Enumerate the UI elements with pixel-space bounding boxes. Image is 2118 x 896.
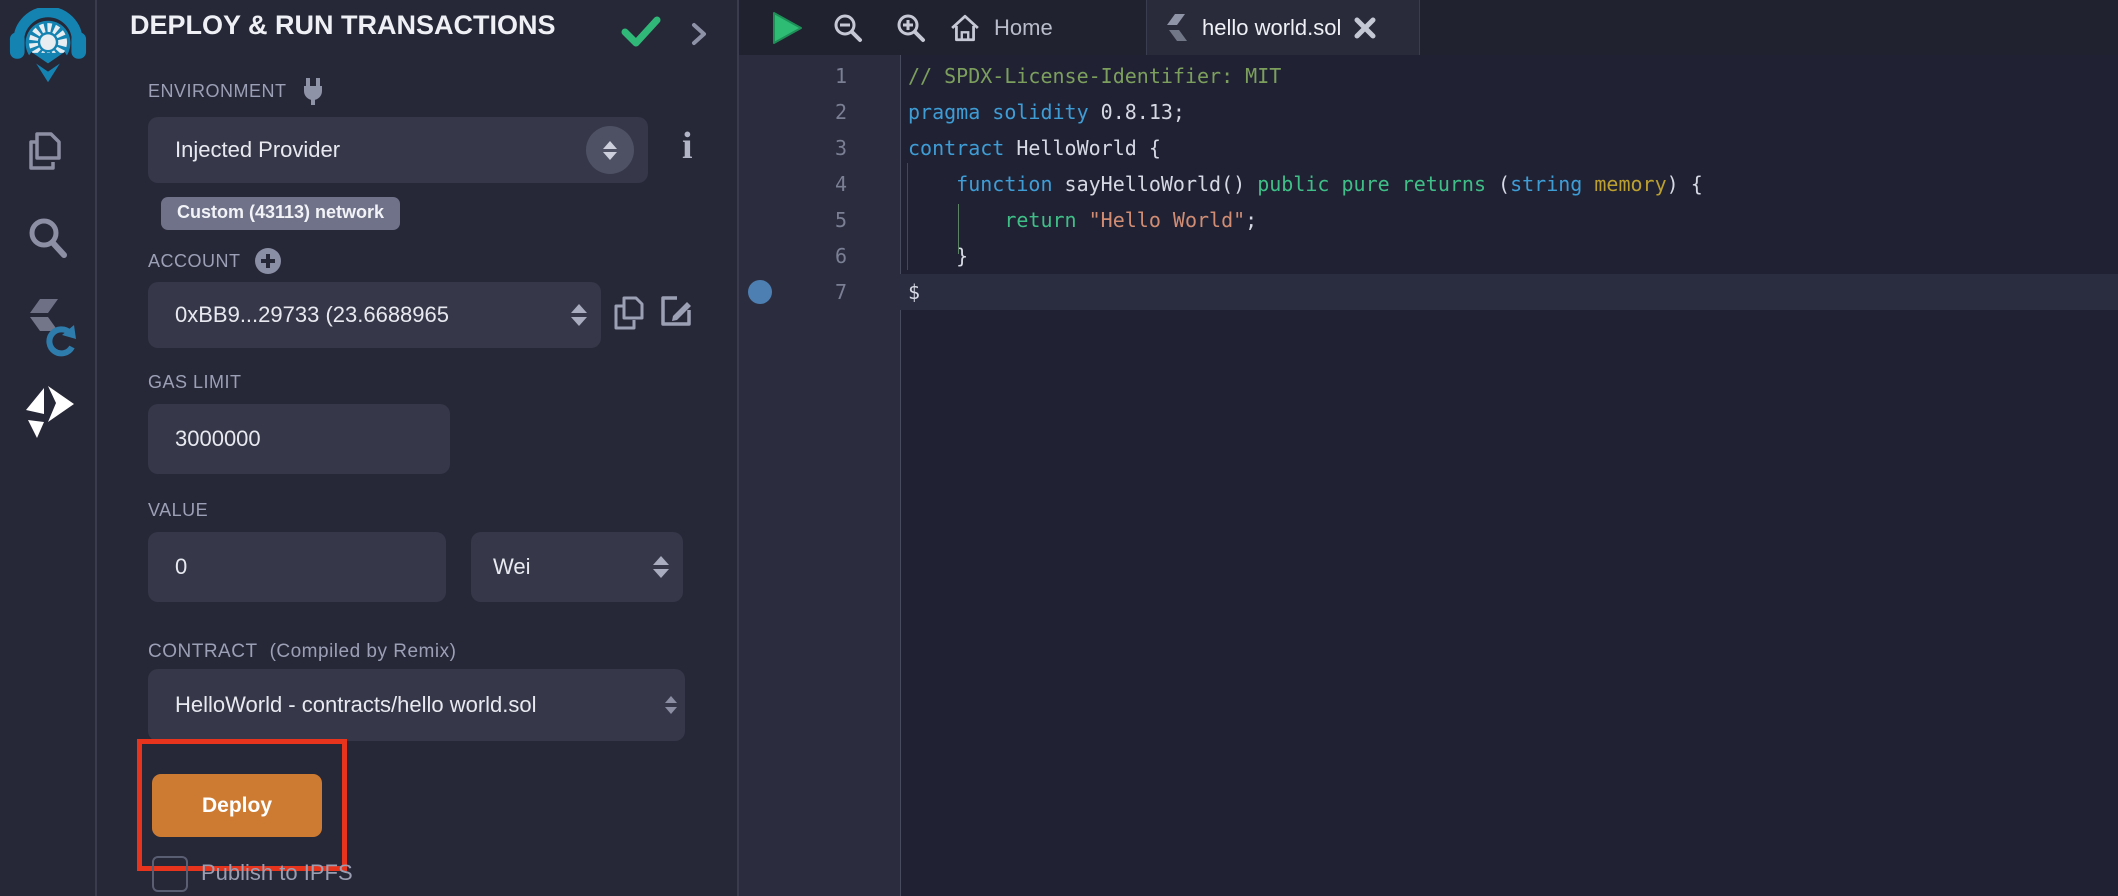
contract-label: CONTRACT (Compiled by Remix) [148,641,456,663]
account-label: ACCOUNT [148,246,283,276]
code-text[interactable]: pragma solidity 0.8.13; [900,94,2118,130]
activity-bar [0,0,97,896]
value-unit: Wei [471,554,531,580]
solidity-compiler-icon[interactable] [0,295,95,357]
line-number: 6 [835,244,847,268]
gas-limit-value: 3000000 [148,426,261,452]
remix-logo-icon[interactable] [0,8,95,90]
gas-limit-label: GAS LIMIT [148,372,242,393]
contract-value: HelloWorld - contracts/hello world.sol [148,692,567,718]
close-tab-icon[interactable] [1354,17,1376,39]
editor-tabbar: Home hello world.sol [739,0,2118,55]
indent-guide [907,163,908,270]
select-caret-icon [586,126,634,174]
compiled-check-icon [621,16,661,53]
code-text[interactable]: } [900,238,2118,274]
code-line-1[interactable]: 1 // SPDX-License-Identifier: MIT [739,58,2118,94]
code-line-7[interactable]: 7$ [739,274,2118,310]
panel-expand-chevron-icon[interactable] [689,20,709,53]
line-number: 7 [835,280,847,304]
breakpoint-dot[interactable] [748,280,772,304]
gutter-cell[interactable]: 5 [739,202,900,238]
zoom-in-icon[interactable] [895,13,927,50]
code-line-5[interactable]: 5 return "Hello World"; [739,202,2118,238]
publish-ipfs-checkbox[interactable] [152,856,188,892]
run-script-play-icon[interactable] [769,10,805,51]
value-input[interactable]: 0 [148,532,446,602]
line-number: 1 [835,64,847,88]
gutter-cell[interactable]: 7 [739,274,900,310]
tab-file-label: hello world.sol [1202,15,1341,41]
publish-ipfs-label[interactable]: Publish to IPFS [201,860,353,886]
edit-account-icon[interactable] [659,294,695,335]
code-text[interactable]: function sayHelloWorld() public pure ret… [900,166,2118,202]
file-explorer-icon[interactable] [0,126,95,176]
gas-limit-input[interactable]: 3000000 [148,404,450,474]
value-label: VALUE [148,500,208,521]
code-line-2[interactable]: 2 pragma solidity 0.8.13; [739,94,2118,130]
code-text[interactable]: return "Hello World"; [900,202,2118,238]
solidity-file-icon [1165,13,1189,43]
tab-home-label: Home [994,15,1053,41]
deploy-button[interactable]: Deploy [152,774,322,837]
gutter-cell[interactable]: 6 [739,238,900,274]
gutter-cell[interactable]: 1 [739,58,900,94]
tab-home[interactable]: Home [950,0,1053,55]
gutter-cell[interactable]: 3 [739,130,900,166]
environment-select[interactable]: Injected Provider [148,117,648,183]
remix-logo [7,8,89,90]
add-account-icon[interactable] [253,246,283,276]
select-caret-icon [571,304,587,326]
contract-sublabel: (Compiled by Remix) [270,641,457,663]
gutter-cell[interactable]: 4 [739,166,900,202]
code-line-6[interactable]: 6 } [739,238,2118,274]
home-icon [950,13,980,43]
plug-icon [299,76,327,106]
code-line-4[interactable]: 4 function sayHelloWorld() public pure r… [739,166,2118,202]
code-text[interactable]: contract HelloWorld { [900,130,2118,166]
line-number: 4 [835,172,847,196]
environment-label: ENVIRONMENT [148,76,327,106]
deploy-run-panel: DEPLOY & RUN TRANSACTIONS ENVIRONMENT In… [97,0,739,896]
code-text[interactable]: // SPDX-License-Identifier: MIT [900,58,2118,94]
select-caret-icon [653,556,669,578]
environment-info-icon[interactable]: i [682,124,693,168]
contract-select[interactable]: HelloWorld - contracts/hello world.sol [148,669,685,741]
copy-account-icon[interactable] [612,294,646,337]
active-indent-guide [958,204,959,254]
deploy-and-run-icon[interactable] [0,382,95,440]
environment-value: Injected Provider [148,137,340,163]
account-select[interactable]: 0xBB9...29733 (23.6688965 [148,282,601,348]
zoom-out-icon[interactable] [832,13,864,50]
panel-title: DEPLOY & RUN TRANSACTIONS [130,10,556,41]
line-number: 5 [835,208,847,232]
value-unit-select[interactable]: Wei [471,532,683,602]
code-editor: Home hello world.sol 1 // SPDX-License-Id… [739,0,2118,896]
select-caret-icon [665,696,677,714]
remix-ide-window: DEPLOY & RUN TRANSACTIONS ENVIRONMENT In… [0,0,2118,896]
line-number: 2 [835,100,847,124]
code-line-3[interactable]: 3 contract HelloWorld { [739,130,2118,166]
line-number: 3 [835,136,847,160]
code-text[interactable]: $ [900,274,2118,310]
value-amount: 0 [148,554,187,580]
search-icon[interactable] [0,213,95,263]
account-value: 0xBB9...29733 (23.6688965 [148,302,493,328]
tab-hello-world-sol[interactable]: hello world.sol [1146,0,1420,55]
code-lines: 1 // SPDX-License-Identifier: MIT 2 pragma … [739,58,2118,310]
gutter-cell[interactable]: 2 [739,94,900,130]
network-badge: Custom (43113) network [161,197,400,230]
